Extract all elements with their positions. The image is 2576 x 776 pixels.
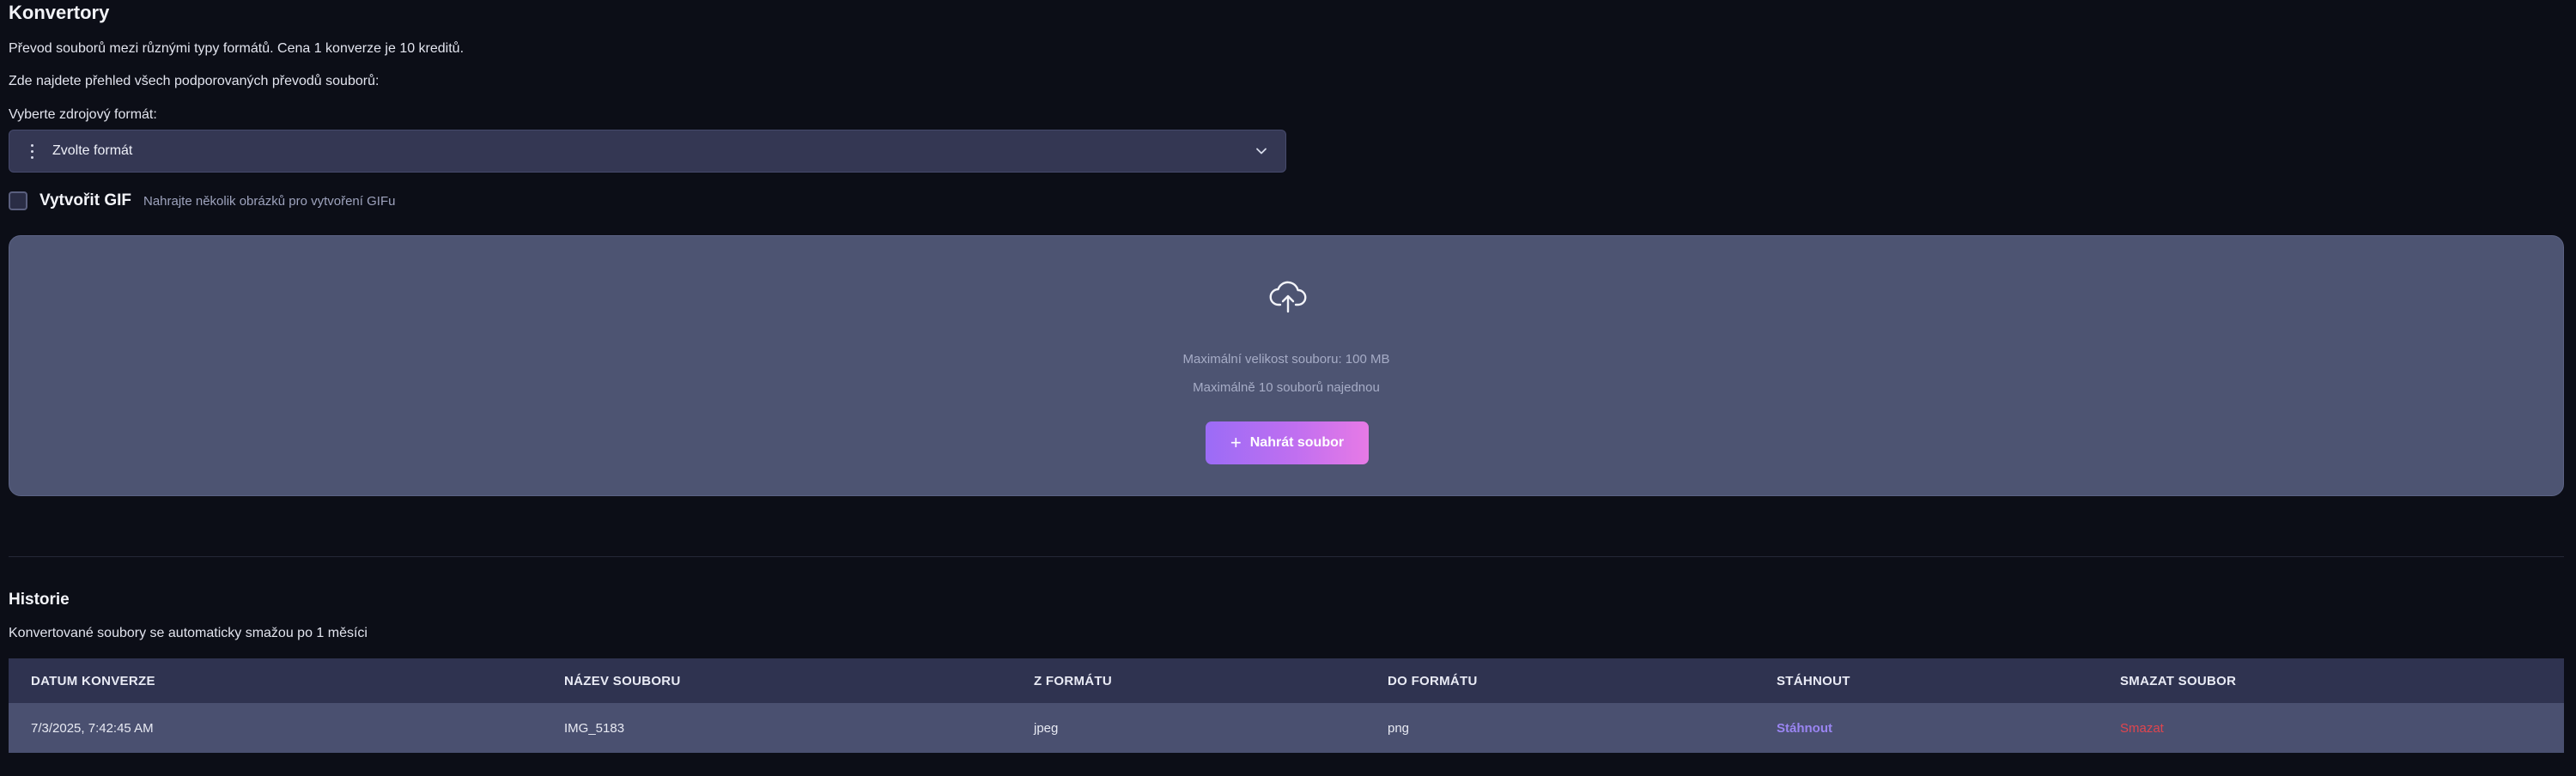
source-format-value: Zvolte formát xyxy=(52,143,133,158)
create-gif-hint: Nahrajte několik obrázků pro vytvoření G… xyxy=(143,193,396,209)
table-row: 7/3/2025, 7:42:45 AM IMG_5183 jpeg png S… xyxy=(9,703,2564,753)
max-files-text: Maximálně 10 souborů najednou xyxy=(1193,380,1380,395)
upload-file-button[interactable]: + Nahrát soubor xyxy=(1206,421,1369,464)
column-header-date: DATUM KONVERZE xyxy=(31,673,155,688)
column-header-from: Z FORMÁTU xyxy=(1034,673,1113,688)
create-gif-row: Vytvořit GIF Nahrajte několik obrázků pr… xyxy=(9,191,395,211)
column-header-name: NÁZEV SOUBORU xyxy=(564,673,681,688)
chevron-down-icon xyxy=(1256,148,1267,155)
row-file-name: IMG_5183 xyxy=(564,720,625,736)
plus-icon: + xyxy=(1230,432,1242,453)
row-date: 7/3/2025, 7:42:45 AM xyxy=(31,720,154,736)
history-title: Historie xyxy=(9,591,70,609)
upload-file-label: Nahrát soubor xyxy=(1249,435,1345,450)
column-header-to: DO FORMÁTU xyxy=(1388,673,1478,688)
max-file-size-text: Maximální velikost souboru: 100 MB xyxy=(1182,352,1390,367)
more-vertical-icon xyxy=(25,143,39,159)
source-format-label: Vyberte zdrojový formát: xyxy=(9,107,157,122)
row-to-format: png xyxy=(1388,720,1410,736)
page-subtitle: Převod souborů mezi různými typy formátů… xyxy=(9,41,465,56)
file-dropzone[interactable]: Maximální velikost souboru: 100 MB Maxim… xyxy=(9,235,2564,496)
column-header-delete: SMAZAT SOUBOR xyxy=(2120,673,2237,688)
history-table: DATUM KONVERZE NÁZEV SOUBORU Z FORMÁTU D… xyxy=(9,658,2564,753)
create-gif-checkbox[interactable] xyxy=(9,191,27,210)
download-link[interactable]: Stáhnout xyxy=(1777,721,1832,736)
create-gif-label[interactable]: Vytvořit GIF xyxy=(39,191,131,210)
delete-link[interactable]: Smazat xyxy=(2120,721,2164,736)
row-from-format: jpeg xyxy=(1034,720,1059,736)
section-divider xyxy=(9,556,2564,557)
converters-page: Konvertory Převod souborů mezi různými t… xyxy=(0,0,2576,776)
source-format-select[interactable]: Zvolte formát xyxy=(9,130,1286,173)
column-header-download: STÁHNOUT xyxy=(1777,673,1850,688)
history-subtitle: Konvertované soubory se automaticky smaž… xyxy=(9,626,368,640)
overview-text: Zde najdete přehled všech podporovaných … xyxy=(9,74,380,88)
upload-cloud-icon xyxy=(1269,281,1307,313)
table-header: DATUM KONVERZE NÁZEV SOUBORU Z FORMÁTU D… xyxy=(9,658,2564,703)
page-title: Konvertory xyxy=(9,2,110,23)
